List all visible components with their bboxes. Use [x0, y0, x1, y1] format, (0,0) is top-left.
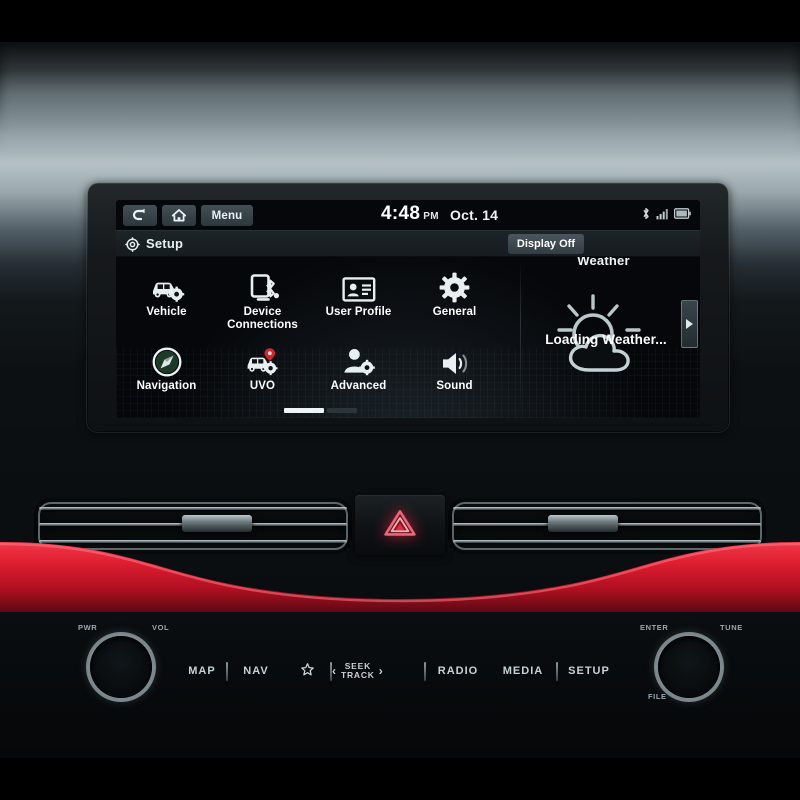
- menu-item-navigation[interactable]: Navigation: [116, 337, 217, 393]
- letterbox-bottom: [0, 758, 800, 800]
- radio-button[interactable]: RADIO: [426, 665, 490, 677]
- menu-item-label: General: [432, 306, 477, 318]
- car-gear-icon: [116, 263, 217, 303]
- letterbox-top: [0, 0, 800, 42]
- menu-button[interactable]: Menu: [201, 205, 253, 226]
- infotainment-screen[interactable]: Menu 4:48 PM Oct. 14 Setup Display Off V…: [116, 200, 700, 418]
- menu-item-uvo[interactable]: UVO: [212, 337, 313, 393]
- compass-icon: [116, 337, 217, 377]
- system-status-icons: [641, 207, 691, 220]
- menu-item-label: UVO: [249, 380, 276, 392]
- date-display: Oct. 14: [450, 207, 499, 223]
- menu-item-label: Sound: [436, 380, 473, 392]
- back-arrow-icon: [132, 208, 145, 221]
- battery-icon: [674, 208, 691, 219]
- menu-item-label: Device Connections: [227, 306, 298, 330]
- home-icon: [171, 209, 187, 222]
- page-title-bar: Setup Display Off: [116, 230, 700, 257]
- knob-label-tune: TUNE: [720, 623, 743, 632]
- menu-item-vehicle[interactable]: Vehicle: [116, 263, 217, 319]
- menu-item-label: Vehicle: [146, 306, 187, 318]
- status-bar: Menu 4:48 PM Oct. 14: [116, 200, 700, 230]
- knob-label-file: FILE: [648, 692, 667, 701]
- nav-button[interactable]: NAV: [228, 665, 284, 677]
- menu-item-user-profile[interactable]: User Profile: [308, 263, 409, 319]
- track-label: TRACK: [341, 670, 375, 680]
- home-button[interactable]: [162, 205, 196, 226]
- clock-time: 4:48: [381, 203, 421, 224]
- car-pin-icon: [212, 337, 313, 377]
- red-accent-trim: [0, 528, 800, 620]
- power-volume-knob[interactable]: [90, 636, 152, 698]
- seek-prev-icon: ‹: [332, 664, 337, 678]
- page-indicator-inactive: [327, 408, 357, 413]
- menu-item-sound[interactable]: Sound: [404, 337, 505, 393]
- favorites-button[interactable]: [284, 663, 330, 679]
- tune-file-knob[interactable]: [658, 636, 720, 698]
- menu-item-advanced[interactable]: Advanced: [308, 337, 409, 393]
- weather-widget[interactable]: Weather Loading Weather...: [521, 253, 700, 418]
- seek-next-icon: ›: [378, 664, 384, 678]
- dashboard-highlight: [0, 42, 800, 162]
- menu-item-label: Advanced: [330, 380, 387, 392]
- page-title: Setup: [146, 236, 184, 251]
- seek-track-button[interactable]: ‹ SEEK TRACK ›: [332, 662, 424, 680]
- page-indicator-active: [284, 408, 324, 413]
- menu-item-device-connections[interactable]: Device Connections: [212, 263, 313, 330]
- knob-label-enter: ENTER: [640, 623, 669, 632]
- phone-bluetooth-icon: [212, 263, 313, 303]
- weather-status-text: Loading Weather...: [545, 332, 667, 347]
- menu-item-label: Navigation: [136, 380, 197, 392]
- page-indicator[interactable]: [116, 408, 520, 414]
- back-button[interactable]: [123, 205, 157, 226]
- setup-gear-icon: [125, 237, 140, 257]
- clock-ampm: PM: [423, 211, 439, 222]
- chevron-right-icon: [686, 319, 693, 329]
- signal-bars-icon: [656, 208, 668, 219]
- infotainment-screenshot: Menu 4:48 PM Oct. 14 Setup Display Off V…: [0, 0, 800, 800]
- speaker-icon: [404, 337, 505, 377]
- gear-icon: [404, 263, 505, 303]
- setup-button[interactable]: SETUP: [558, 665, 620, 677]
- person-gear-icon: [308, 337, 409, 377]
- map-button[interactable]: MAP: [178, 665, 226, 677]
- knob-label-pwr: PWR: [78, 623, 98, 632]
- id-card-icon: [308, 263, 409, 303]
- clock: 4:48 PM: [381, 203, 439, 225]
- star-favorite-icon: [300, 663, 314, 676]
- weather-next-button[interactable]: [681, 300, 698, 348]
- display-off-button[interactable]: Display Off: [507, 234, 584, 254]
- knob-label-vol: VOL: [152, 623, 170, 632]
- bluetooth-icon: [643, 207, 649, 220]
- hardware-button-row: MAP NAV ‹ SEEK TRACK › RADIO MEDIA SETUP: [178, 656, 622, 686]
- setup-menu-grid: Vehicle Device Connections User Profile …: [116, 257, 520, 418]
- media-button[interactable]: MEDIA: [490, 665, 556, 677]
- menu-item-label: User Profile: [325, 306, 392, 318]
- menu-item-general[interactable]: General: [404, 263, 505, 319]
